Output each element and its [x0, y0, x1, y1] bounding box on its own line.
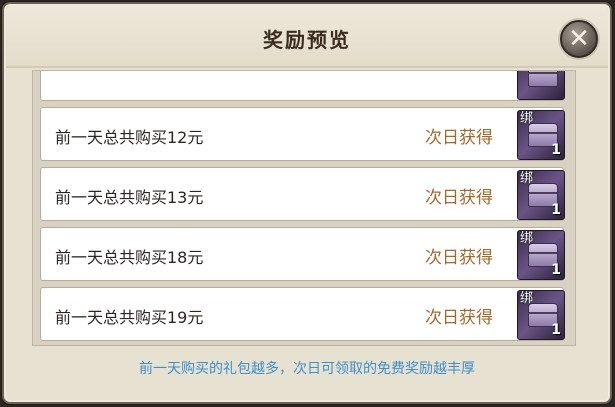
bound-tag: 绑 — [520, 231, 534, 246]
reward-row: 前一天总共购买19元 次日获得 绑 1 — [40, 287, 565, 341]
reward-condition: 前一天总共购买19元 — [55, 308, 204, 327]
reward-status: 次日获得 — [425, 248, 493, 268]
footer-note: 前一天购买的礼包越多，次日可领取的免费奖励越丰厚 — [139, 361, 475, 377]
item-quantity: 1 — [551, 202, 561, 218]
reward-condition: 前一天总共购买12元 — [55, 128, 204, 147]
reward-status: 次日获得 — [425, 128, 493, 148]
dialog-title: 奖励预览 — [263, 28, 351, 52]
reward-status: 次日获得 — [425, 308, 493, 328]
bound-tag: 绑 — [520, 111, 534, 126]
reward-preview-dialog: 奖励预览 ✕ 前一天总共购买12元 次日获得 绑 1 前一天总共购买13元 次日… — [2, 2, 612, 404]
close-button[interactable]: ✕ — [560, 20, 598, 58]
chest-icon — [528, 71, 558, 87]
item-quantity: 1 — [551, 142, 561, 158]
reward-row: 前一天总共购买12元 次日获得 绑 1 — [40, 107, 565, 161]
reward-row — [40, 71, 565, 101]
title-bar: 奖励预览 ✕ — [6, 6, 608, 68]
bound-tag: 绑 — [520, 171, 534, 186]
reward-row: 前一天总共购买13元 次日获得 绑 1 — [40, 167, 565, 221]
reward-item[interactable]: 绑 1 — [517, 230, 565, 280]
reward-condition: 前一天总共购买18元 — [55, 248, 204, 267]
reward-status: 次日获得 — [425, 188, 493, 208]
item-quantity: 1 — [551, 322, 561, 338]
reward-list[interactable]: 前一天总共购买12元 次日获得 绑 1 前一天总共购买13元 次日获得 绑 1 … — [32, 70, 576, 346]
reward-item[interactable]: 绑 1 — [517, 290, 565, 340]
reward-item[interactable] — [517, 71, 565, 100]
bound-tag: 绑 — [520, 291, 534, 306]
close-icon: ✕ — [568, 24, 590, 54]
reward-condition: 前一天总共购买13元 — [55, 188, 204, 207]
reward-item[interactable]: 绑 1 — [517, 110, 565, 160]
item-quantity: 1 — [551, 262, 561, 278]
reward-item[interactable]: 绑 1 — [517, 170, 565, 220]
reward-row: 前一天总共购买18元 次日获得 绑 1 — [40, 227, 565, 281]
